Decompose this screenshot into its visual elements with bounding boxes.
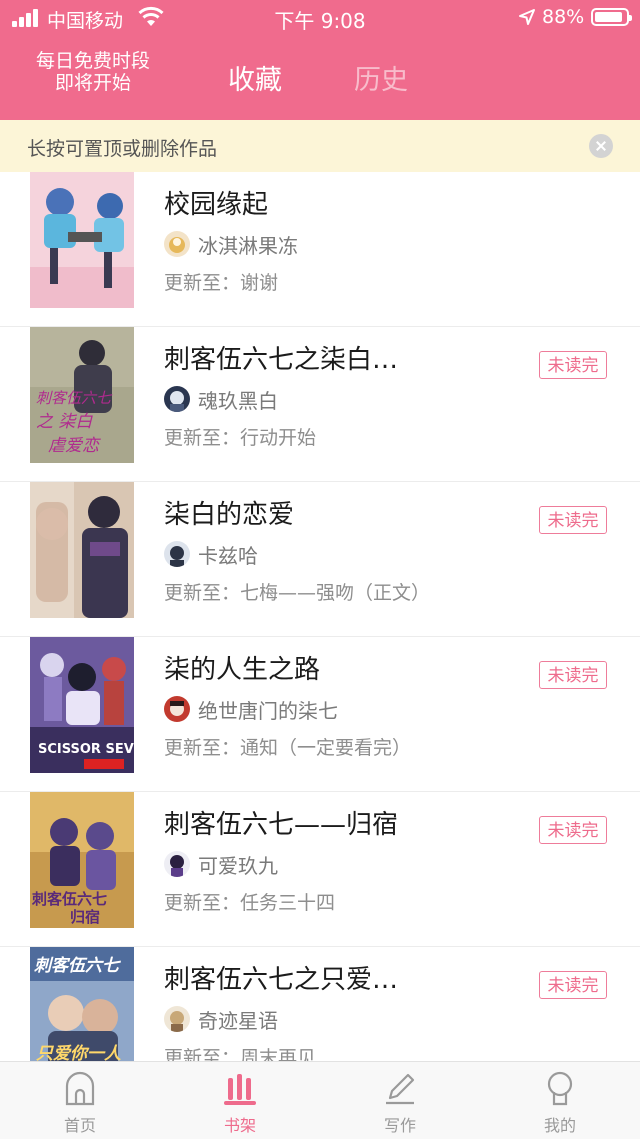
unread-badge: 未读完 <box>539 506 607 534</box>
tab-history[interactable]: 历史 <box>354 58 408 97</box>
svg-text:归宿: 归宿 <box>70 908 100 926</box>
book-title: 刺客伍六七之柒白… <box>164 345 399 375</box>
book-row[interactable]: 刺客伍六七 归宿 刺客伍六七——归宿 未读完 可爱玖九 更新至：任务三十四 <box>0 792 640 947</box>
svg-text:刺客伍六七: 刺客伍六七 <box>32 890 107 908</box>
status-bar: 中国移动 下午 9:08 88% <box>0 0 640 36</box>
tab-bookshelf[interactable]: 书架 <box>160 1062 320 1140</box>
tab-favorites[interactable]: 收藏 <box>228 58 282 97</box>
battery-icon <box>591 8 632 26</box>
book-cover[interactable]: 刺客伍六七 之 柒白 虐爱恋 <box>30 327 134 463</box>
unread-badge: 未读完 <box>539 971 607 999</box>
book-cover[interactable] <box>30 172 134 308</box>
svg-text:只爱你一人: 只爱你一人 <box>36 1044 122 1061</box>
tab-write-label: 写作 <box>383 1116 416 1135</box>
cover-image: 刺客伍六七 之 柒白 虐爱恋 <box>30 327 134 463</box>
book-cover[interactable]: 刺客伍六七 归宿 <box>30 792 134 928</box>
free-period-line1: 每日免费时段 <box>35 50 150 72</box>
book-title: 柒的人生之路 <box>164 655 321 685</box>
free-period-line2: 即将开始 <box>54 72 131 94</box>
svg-text:SCISSOR SEVEN: SCISSOR SEVEN <box>38 742 134 757</box>
author-avatar <box>164 696 190 722</box>
bottom-tab-bar: 首页 书架 写作 我的 <box>0 1061 640 1139</box>
unread-badge: 未读完 <box>539 816 607 844</box>
close-icon[interactable] <box>589 134 613 158</box>
author-name: 奇迹星语 <box>198 1009 278 1033</box>
author-avatar <box>164 1006 190 1032</box>
book-cover[interactable]: SCISSOR SEVEN <box>30 637 134 773</box>
book-title: 柒白的恋爱 <box>164 500 295 530</box>
book-title: 刺客伍六七之只爱… <box>164 965 399 995</box>
cover-image: 刺客伍六七 只爱你一人 <box>30 947 134 1061</box>
svg-text:虐爱恋: 虐爱恋 <box>48 436 101 456</box>
tip-banner: 长按可置顶或删除作品 <box>0 120 640 172</box>
book-row[interactable]: 刺客伍六七 只爱你一人 刺客伍六七之只爱… 未读完 奇迹星语 更新至：周末再见 <box>0 947 640 1061</box>
cover-image <box>30 172 134 308</box>
tab-home-label: 首页 <box>63 1116 96 1135</box>
cover-image: 刺客伍六七 归宿 <box>30 792 134 928</box>
book-row[interactable]: 校园缘起 冰淇淋果冻 更新至：谢谢 <box>0 172 640 327</box>
unread-badge: 未读完 <box>539 351 607 379</box>
svg-text:刺客伍六七: 刺客伍六七 <box>34 956 121 976</box>
book-title: 刺客伍六七——归宿 <box>164 810 399 840</box>
author-avatar <box>164 386 190 412</box>
bookshelf-icon <box>224 1074 256 1105</box>
author-name: 可爱玖九 <box>198 854 278 878</box>
author-avatar <box>164 231 190 257</box>
app-header: 中国移动 下午 9:08 88% 每日免费时段 即将开始 收藏 历史 <box>0 0 640 120</box>
battery-percent: 88% <box>542 6 585 28</box>
update-status: 更新至：周末再见 <box>164 1047 317 1061</box>
cover-image: SCISSOR SEVEN <box>30 637 134 773</box>
book-row[interactable]: 柒白的恋爱 未读完 卡兹哈 更新至：七梅——强吻（正文） <box>0 482 640 637</box>
book-cover[interactable] <box>30 482 134 618</box>
update-status: 更新至：七梅——强吻（正文） <box>164 582 431 604</box>
cover-image <box>30 482 134 618</box>
tab-write[interactable]: 写作 <box>320 1062 480 1140</box>
tab-me-label: 我的 <box>543 1116 576 1135</box>
author-avatar <box>164 541 190 567</box>
book-cover[interactable]: 刺客伍六七 只爱你一人 <box>30 947 134 1061</box>
book-row[interactable]: SCISSOR SEVEN 柒的人生之路 未读完 绝世唐门的柒七 更新至：通知（… <box>0 637 640 792</box>
tab-home[interactable]: 首页 <box>0 1062 160 1140</box>
author-name: 冰淇淋果冻 <box>198 234 298 258</box>
update-status: 更新至：任务三十四 <box>164 892 336 914</box>
author-name: 卡兹哈 <box>198 544 258 568</box>
tab-me[interactable]: 我的 <box>480 1062 640 1140</box>
svg-text:刺客伍六七: 刺客伍六七 <box>36 389 113 407</box>
book-row[interactable]: 刺客伍六七 之 柒白 虐爱恋 刺客伍六七之柒白… 未读完 魂玖黑白 更新至：行动… <box>0 327 640 482</box>
author-avatar <box>164 851 190 877</box>
tab-bookshelf-label: 书架 <box>223 1116 256 1135</box>
author-name: 魂玖黑白 <box>198 389 278 413</box>
update-status: 更新至：谢谢 <box>164 272 279 294</box>
profile-icon <box>547 1071 573 1106</box>
bookshelf-list: 校园缘起 冰淇淋果冻 更新至：谢谢 刺客伍六七 之 柒白 虐爱恋 刺客伍六七之柒… <box>0 172 640 1061</box>
location-arrow-icon <box>519 9 535 25</box>
home-icon <box>65 1071 95 1106</box>
tip-text: 长按可置顶或删除作品 <box>27 138 218 160</box>
book-title: 校园缘起 <box>164 190 269 220</box>
svg-text:之 柒白: 之 柒白 <box>36 412 93 432</box>
update-status: 更新至：通知（一定要看完） <box>164 737 412 759</box>
unread-badge: 未读完 <box>539 661 607 689</box>
free-period-button[interactable]: 每日免费时段 即将开始 <box>18 50 168 94</box>
author-name: 绝世唐门的柒七 <box>198 699 338 723</box>
pencil-icon <box>386 1073 415 1105</box>
update-status: 更新至：行动开始 <box>164 427 317 449</box>
